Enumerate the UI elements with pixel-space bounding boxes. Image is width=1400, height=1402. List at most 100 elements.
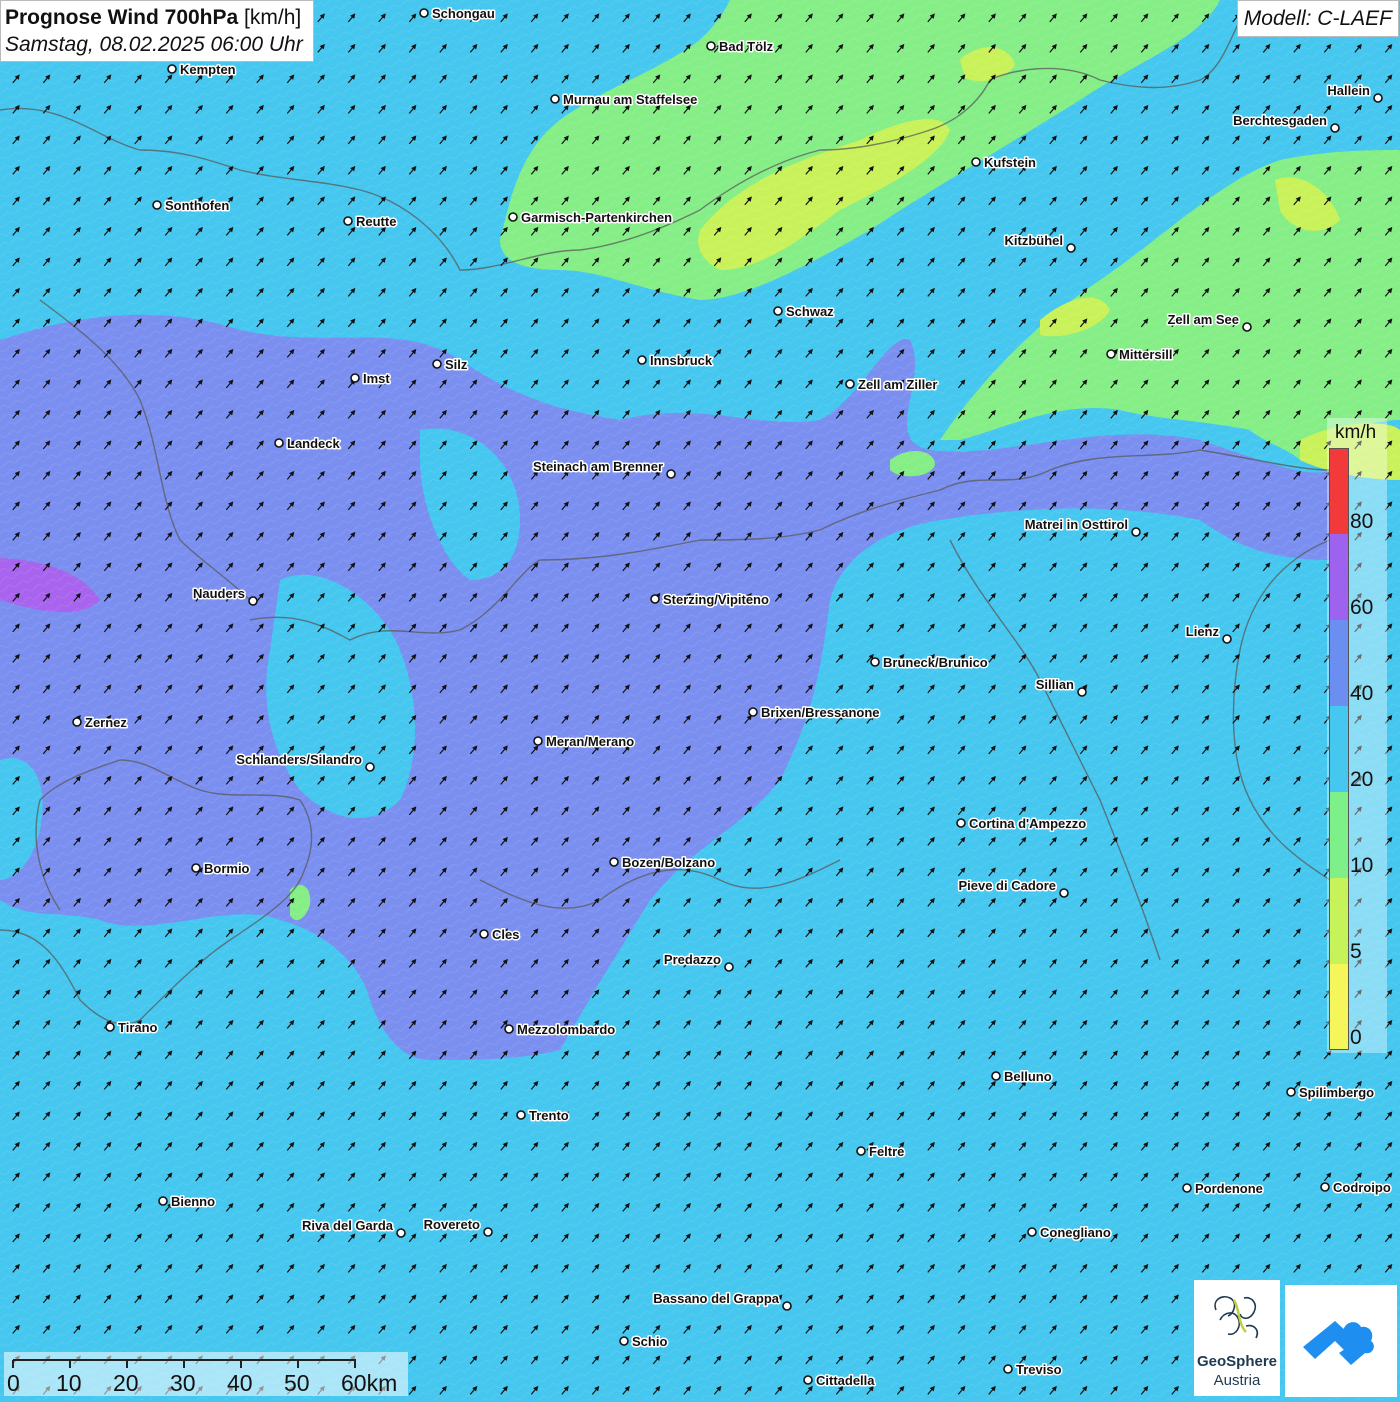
place-label: Steinach am Brenner [533,459,663,474]
place-dot [365,762,375,772]
place-dot [483,1227,493,1237]
place-label: Bienno [171,1194,215,1209]
map-subtitle: Samstag, 08.02.2025 06:00 Uhr [5,33,303,56]
place-dot [706,41,716,51]
place-label: Imst [363,371,390,386]
scale-label: 0 [7,1370,20,1396]
place-dot [619,1336,629,1346]
legend-band-label: 80 [1350,510,1374,533]
place-label: Conegliano [1040,1225,1111,1240]
place-label: Zernez [85,715,127,730]
place-label: Sillian [1036,677,1074,692]
place-label: Garmisch-Partenkirchen [521,210,672,225]
place-dot [1222,634,1232,644]
legend-band-label: 20 [1350,768,1374,791]
place-dot [1182,1183,1192,1193]
place-marker: Spilimbergo [1286,1084,1376,1102]
place-dot [350,373,360,383]
scale-label: 40 [227,1370,253,1396]
place-label: Murnau am Staffelsee [563,92,697,107]
place-dot [533,736,543,746]
scale-label: 60km [341,1370,398,1396]
scale-label: 20 [113,1370,139,1396]
place-label: Schongau [432,6,495,21]
place-label: Meran/Merano [546,734,634,749]
map-title-unit: [km/h] [244,6,302,29]
place-label: Kufstein [984,155,1036,170]
place-label: Feltre [869,1144,904,1159]
legend-band-label: 60 [1350,596,1374,619]
place-marker: Brixen/Bressanone [748,704,881,722]
place-marker: Bozen/Bolzano [609,854,717,872]
place-label: Zell am See [1167,312,1239,327]
place-dot [504,1024,514,1034]
legend-band-label: 0 [1350,1026,1362,1049]
place-marker: Schongau [419,5,496,23]
place-label: Lienz [1186,624,1220,639]
place-label: Sterzing/Vipiteno [663,592,769,607]
scale-label: 30 [170,1370,196,1396]
legend-band-label: 10 [1350,854,1374,877]
place-dot [419,8,429,18]
map-title-bold: Prognose Wind 700hPa [5,6,239,29]
place-marker: Sonthofen [152,197,231,215]
place-label: Pieve di Cadore [958,878,1056,893]
place-label: Treviso [1016,1362,1062,1377]
place-label: Bad Tölz [719,39,774,54]
place-label: Cortina d'Ampezzo [969,816,1086,831]
place-dot [609,857,619,867]
place-label: Rovereto [424,1217,480,1232]
place-marker: Sterzing/Vipiteno [650,591,770,609]
place-label: Matrei in Osttirol [1025,517,1128,532]
place-label: Cittadella [816,1373,875,1388]
place-marker: Conegliano [1027,1224,1112,1242]
place-label: Bassano del Grappa [653,1291,779,1306]
place-marker: Murnau am Staffelsee [550,91,699,109]
place-marker: Meran/Merano [533,733,636,751]
place-dot [72,717,82,727]
map-title: Prognose Wind 700hPa [km/h] [5,4,303,31]
place-label: Mittersill [1119,347,1172,362]
place-label: Spilimbergo [1299,1085,1374,1100]
place-marker: Garmisch-Partenkirchen [508,209,674,227]
place-dot [1131,527,1141,537]
place-dot [1059,888,1069,898]
place-dot [1077,687,1087,697]
place-label: Kitzbühel [1005,233,1064,248]
place-dot [158,1196,168,1206]
place-dot [971,157,981,167]
place-dot [396,1228,406,1238]
place-label: Innsbruck [650,353,713,368]
place-marker: Innsbruck [637,352,714,370]
place-dot [991,1071,1001,1081]
place-marker: Pordenone [1182,1180,1264,1198]
place-marker: Bruneck/Brunico [870,654,989,672]
place-label: Trento [529,1108,569,1123]
place-label: Bruneck/Brunico [883,655,988,670]
place-label: Mezzolombardo [517,1022,615,1037]
weather-app-logo [1285,1285,1397,1397]
model-label: Modell: C-LAEF [1236,0,1399,37]
place-label: Silz [445,357,468,372]
place-dot [191,863,201,873]
place-marker: Cortina d'Ampezzo [956,815,1088,833]
place-label: Nauders [193,586,245,601]
place-dot [856,1146,866,1156]
place-dot [516,1110,526,1120]
scale-label: 50 [284,1370,310,1396]
place-marker: Zell am Ziller [845,376,939,394]
place-dot [666,469,676,479]
place-dot [637,355,647,365]
place-dot [550,94,560,104]
legend-unit: km/h [1335,422,1377,443]
geosphere-logo-subtext: Austria [1213,1372,1261,1389]
place-label: Schwaz [786,304,834,319]
map-title-box: Prognose Wind 700hPa [km/h] Samstag, 08.… [0,0,314,62]
place-dot [508,212,518,222]
place-label: Codroipo [1333,1180,1391,1195]
geosphere-logo-mark [1214,1295,1259,1339]
place-label: Tirano [118,1020,158,1035]
place-dot [1003,1364,1013,1374]
place-dot [803,1375,813,1385]
place-label: Kempten [180,62,236,77]
